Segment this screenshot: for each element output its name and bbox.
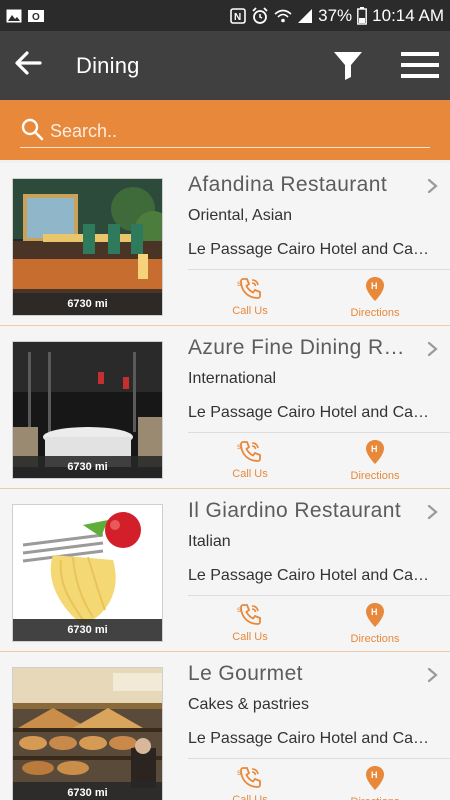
- phone-icon: s: [237, 765, 263, 792]
- arrow-left-icon: [14, 51, 42, 80]
- chevron-right-icon[interactable]: [425, 666, 441, 684]
- directions-label: Directions: [350, 470, 400, 482]
- nfc-icon: N: [230, 7, 246, 24]
- directions-button[interactable]: H Directions: [330, 602, 420, 645]
- app-bar: Dining: [0, 31, 450, 100]
- restaurant-list: 6730 mi Afandina Restaurant Oriental, As…: [0, 163, 450, 800]
- call-us-label: Call Us: [232, 305, 268, 317]
- search-input[interactable]: [50, 121, 410, 142]
- restaurant-address: Le Passage Cairo Hotel and Casino: [188, 404, 433, 421]
- restaurant-category: Italian: [188, 533, 231, 550]
- chevron-right-icon[interactable]: [425, 340, 441, 358]
- phone-icon: s: [237, 439, 263, 466]
- chevron-right-icon[interactable]: [425, 177, 441, 195]
- status-bar: O N 37% 10:14 AM: [0, 0, 450, 31]
- call-us-button[interactable]: s Call Us: [205, 439, 295, 480]
- chevron-right-icon[interactable]: [425, 503, 441, 521]
- restaurant-photo: 6730 mi: [12, 667, 163, 800]
- battery-level: 37%: [318, 5, 353, 25]
- distance-label: 6730 mi: [13, 782, 162, 800]
- divider: [188, 758, 450, 759]
- clock: 10:14 AM: [372, 5, 444, 25]
- call-us-label: Call Us: [232, 631, 268, 643]
- back-button[interactable]: [0, 31, 56, 100]
- map-pin-icon: H: [365, 765, 385, 794]
- list-item[interactable]: 6730 mi Il Giardino Restaurant Italian L…: [0, 489, 450, 652]
- call-us-button[interactable]: s Call Us: [205, 602, 295, 643]
- svg-text:s: s: [237, 279, 241, 288]
- svg-text:s: s: [237, 768, 241, 777]
- directions-button[interactable]: H Directions: [330, 765, 420, 800]
- divider: [188, 595, 450, 596]
- directions-label: Directions: [350, 307, 400, 319]
- alarm-icon: [251, 6, 269, 25]
- restaurant-category: Cakes & pastries: [188, 696, 309, 713]
- wifi-icon: [274, 8, 292, 24]
- distance-label: 6730 mi: [13, 619, 162, 641]
- svg-text:H: H: [371, 770, 378, 780]
- restaurant-address: Le Passage Cairo Hotel and Casino: [188, 567, 433, 584]
- directions-button[interactable]: H Directions: [330, 276, 420, 319]
- map-pin-icon: H: [365, 439, 385, 468]
- outlook-icon: O: [28, 9, 44, 23]
- svg-text:O: O: [32, 12, 40, 23]
- svg-text:N: N: [234, 12, 241, 23]
- hamburger-icon: [401, 51, 439, 84]
- list-item[interactable]: 6730 mi Azure Fine Dining Restaurant Int…: [0, 326, 450, 489]
- map-pin-icon: H: [365, 602, 385, 631]
- distance-label: 6730 mi: [13, 456, 162, 478]
- search-icon: [20, 117, 44, 146]
- menu-button[interactable]: [400, 49, 440, 85]
- search-bar: [0, 100, 450, 160]
- distance-label: 6730 mi: [13, 293, 162, 315]
- restaurant-photo: 6730 mi: [12, 178, 163, 316]
- svg-text:s: s: [237, 605, 241, 614]
- directions-label: Directions: [351, 796, 400, 800]
- call-us-label: Call Us: [232, 794, 268, 800]
- restaurant-name: Azure Fine Dining Restaurant: [188, 336, 408, 359]
- restaurant-category: Oriental, Asian: [188, 207, 293, 224]
- restaurant-name: Le Gourmet: [188, 662, 303, 685]
- restaurant-photo: 6730 mi: [12, 341, 163, 479]
- battery-icon: [357, 6, 368, 25]
- search-field: [20, 116, 430, 148]
- divider: [188, 432, 450, 433]
- list-item[interactable]: 6730 mi Afandina Restaurant Oriental, As…: [0, 163, 450, 326]
- image-icon: [6, 9, 22, 23]
- svg-text:s: s: [237, 442, 241, 451]
- call-us-button[interactable]: s Call Us: [205, 276, 295, 317]
- divider: [188, 269, 450, 270]
- list-item[interactable]: 6730 mi Le Gourmet Cakes & pastries Le P…: [0, 652, 450, 800]
- restaurant-address: Le Passage Cairo Hotel and Casino: [188, 241, 433, 258]
- restaurant-photo: 6730 mi: [12, 504, 163, 642]
- page-title: Dining: [76, 52, 140, 78]
- call-us-label: Call Us: [232, 468, 268, 480]
- svg-text:H: H: [371, 607, 378, 617]
- phone-icon: s: [237, 276, 263, 303]
- filter-button[interactable]: [330, 49, 366, 85]
- restaurant-name: Il Giardino Restaurant: [188, 499, 402, 522]
- call-us-button[interactable]: s Call Us: [205, 765, 295, 800]
- phone-icon: s: [237, 602, 263, 629]
- restaurant-address: Le Passage Cairo Hotel and Casino: [188, 730, 433, 747]
- signal-icon: [297, 8, 313, 24]
- directions-label: Directions: [350, 633, 400, 645]
- svg-text:H: H: [371, 444, 378, 454]
- restaurant-category: International: [188, 370, 277, 387]
- svg-text:H: H: [371, 281, 378, 291]
- filter-icon: [332, 49, 364, 86]
- map-pin-icon: H: [365, 276, 385, 305]
- directions-button[interactable]: H Directions: [330, 439, 420, 482]
- restaurant-name: Afandina Restaurant: [188, 173, 388, 196]
